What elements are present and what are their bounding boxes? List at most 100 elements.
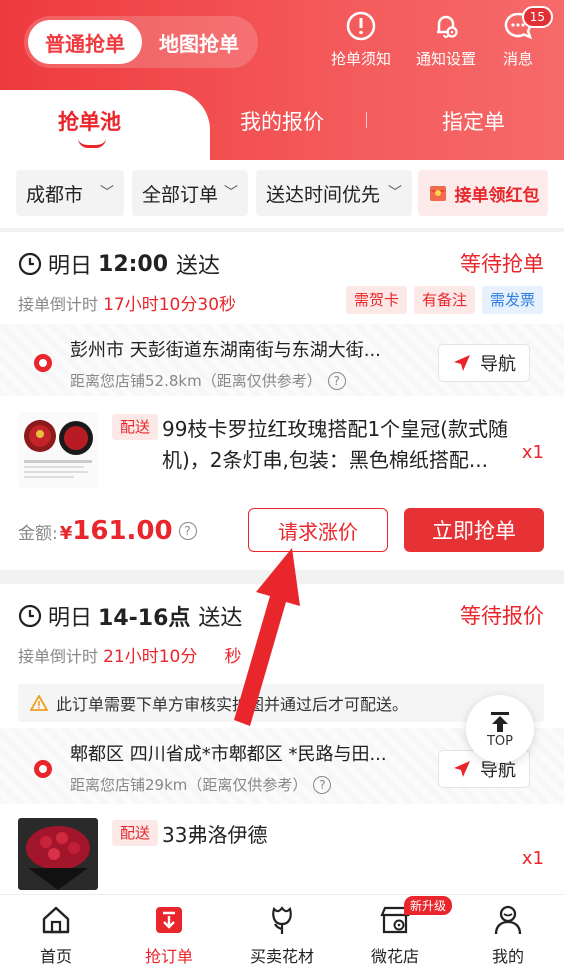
filter-bar: 成都市 ﹀ 全部订单 ﹀ 送达时间优先 ﹀ 接单领红包 xyxy=(0,160,564,228)
top-label: TOP xyxy=(486,733,513,749)
order-type-filter[interactable]: 全部订单 ﹀ xyxy=(132,170,248,216)
delivery-day: 明日 xyxy=(48,606,93,631)
delivery-hour: 12:00 xyxy=(98,251,169,277)
order-notice-button[interactable]: 抢单须知 xyxy=(326,10,396,70)
request-price-raise-button[interactable]: 请求涨价 xyxy=(248,508,388,552)
city-filter[interactable]: 成都市 ﹀ xyxy=(16,170,124,216)
red-packet-button[interactable]: 接单领红包 xyxy=(418,170,548,216)
mode-toggle: 普通抢单 地图抢单 xyxy=(24,16,258,68)
location-dot-icon xyxy=(34,354,52,372)
nav-home-label: 首页 xyxy=(39,947,72,966)
delivery-time: 明日 12:00 送达 xyxy=(18,248,220,280)
countdown-label: 接单倒计时 xyxy=(18,647,99,666)
navigate-button[interactable]: 导航 xyxy=(438,344,530,382)
sort-filter[interactable]: 送达时间优先 ﹀ xyxy=(256,170,412,216)
amount-label: 金额: xyxy=(18,524,58,544)
home-icon xyxy=(39,903,73,937)
countdown-value: 17小时10分30秒 xyxy=(103,295,237,315)
delivery-address: 郫都区 四川省成*市郫都区 *民路与田... xyxy=(70,744,387,765)
nav-grab-order-label: 抢订单 xyxy=(144,947,193,966)
navigation-arrow-icon xyxy=(454,355,470,371)
messages-label: 消息 xyxy=(502,50,533,68)
delivery-tag: 配送 xyxy=(112,414,159,440)
delivery-hour: 14-16点 xyxy=(98,606,191,631)
chevron-down-icon: ﹀ xyxy=(100,185,114,201)
nav-flower-market[interactable]: 买卖花材 xyxy=(237,903,327,967)
tab-order-pool[interactable]: 抢单池 xyxy=(58,106,121,136)
delivery-suffix: 送达 xyxy=(176,254,221,279)
header: 普通抢单 地图抢单 抢单须知 通知设置 消息 15 抢单池 我的报价 指定单 xyxy=(0,0,564,160)
delivery-tag: 配送 xyxy=(112,820,159,846)
delivery-address: 彭州市 天彭街道东湖南街与东湖大街... xyxy=(70,340,381,361)
product-image[interactable] xyxy=(18,412,98,488)
notice-text: 此订单需要下单方审核实拍图并通过后才可配送。 xyxy=(56,695,409,714)
product-quantity: x1 xyxy=(521,848,544,869)
currency-symbol: ¥ xyxy=(59,523,73,544)
review-notice: 此订单需要下单方审核实拍图并通过后才可配送。 xyxy=(18,684,544,722)
notification-settings-label: 通知设置 xyxy=(415,50,476,68)
flower-icon xyxy=(265,903,299,937)
sort-filter-label: 送达时间优先 xyxy=(266,183,381,206)
nav-grab-order[interactable]: 抢订单 xyxy=(124,903,214,967)
distance-text: 距离您店铺29km（距离仅供参考） xyxy=(70,776,308,794)
messages-button[interactable]: 消息 15 xyxy=(483,6,553,70)
bottom-navigation: 首页 抢订单 买卖花材 微花店 我的 xyxy=(0,894,564,973)
nav-home[interactable]: 首页 xyxy=(11,903,101,967)
tab-my-quotes[interactable]: 我的报价 xyxy=(240,106,324,136)
order-card[interactable]: 明日 12:00 送达 等待抢单 接单倒计时 17小时10分30秒 需贺卡 有备… xyxy=(0,232,564,570)
grab-order-icon xyxy=(152,903,186,937)
help-icon[interactable]: ? xyxy=(178,522,197,540)
countdown: 接单倒计时 21小时10分 秒 xyxy=(18,642,241,667)
arrow-up-icon xyxy=(491,711,509,732)
distance: 距离您店铺52.8km（距离仅供参考） ? xyxy=(70,370,346,391)
order-notice-label: 抢单须知 xyxy=(330,50,391,68)
red-packet-icon xyxy=(429,186,446,201)
location-dot-icon xyxy=(34,760,52,778)
bell-settings-icon xyxy=(430,10,462,42)
product-description: 99枝卡罗拉红玫瑰搭配1个皇冠(款式随机)，2条灯串,包装：黑色棉纸搭配... xyxy=(162,417,508,472)
distance: 距离您店铺29km（距离仅供参考） ? xyxy=(70,774,332,795)
product-quantity: x1 xyxy=(521,442,544,463)
order-status: 等待抢单 xyxy=(460,252,544,276)
product-image[interactable] xyxy=(18,818,98,890)
countdown-tail: 秒 xyxy=(224,647,242,667)
tag-invoice: 需发票 xyxy=(482,286,544,314)
mode-map-button[interactable]: 地图抢单 xyxy=(144,20,254,64)
profile-icon xyxy=(491,903,525,937)
chevron-down-icon: ﹀ xyxy=(388,185,402,201)
chevron-down-icon: ﹀ xyxy=(224,185,238,201)
city-filter-label: 成都市 xyxy=(26,183,84,206)
alert-circle-icon xyxy=(345,10,377,42)
countdown-value: 21小时10分 xyxy=(103,647,198,667)
warning-icon xyxy=(30,695,48,711)
navigation-arrow-icon xyxy=(454,761,470,777)
tag-greeting-card: 需贺卡 xyxy=(346,286,408,314)
order-amount: 金额: ¥ 161.00 ? xyxy=(18,516,197,546)
nav-profile-label: 我的 xyxy=(491,947,524,966)
tab-assigned-orders[interactable]: 指定单 xyxy=(442,106,505,136)
delivery-suffix: 送达 xyxy=(198,606,243,631)
red-packet-label: 接单领红包 xyxy=(454,185,540,206)
help-icon[interactable]: ? xyxy=(313,775,332,794)
countdown-label: 接单倒计时 xyxy=(18,295,99,314)
distance-text: 距离您店铺52.8km（距离仅供参考） xyxy=(70,372,322,390)
nav-flower-market-label: 买卖花材 xyxy=(249,947,314,966)
product-description: 33弗洛伊德 xyxy=(162,823,268,847)
new-upgrade-badge: 新升级 xyxy=(404,896,453,915)
tag-has-note: 有备注 xyxy=(414,286,476,314)
delivery-day: 明日 xyxy=(48,254,93,279)
order-type-filter-label: 全部订单 xyxy=(142,183,219,206)
notification-settings-button[interactable]: 通知设置 xyxy=(411,10,481,70)
delivery-time: 明日 14-16点 送达 xyxy=(18,600,242,632)
countdown: 接单倒计时 17小时10分30秒 xyxy=(18,290,236,315)
navigate-label: 导航 xyxy=(480,354,516,375)
grab-order-button[interactable]: 立即抢单 xyxy=(404,508,544,552)
order-status: 等待报价 xyxy=(460,604,544,628)
mode-normal-button[interactable]: 普通抢单 xyxy=(28,20,142,64)
clock-icon xyxy=(18,252,42,276)
message-count-badge: 15 xyxy=(521,6,553,28)
nav-profile[interactable]: 我的 xyxy=(463,903,553,967)
scroll-to-top-button[interactable]: TOP xyxy=(466,695,534,763)
help-icon[interactable]: ? xyxy=(327,371,346,390)
amount-value: 161.00 xyxy=(72,516,173,546)
